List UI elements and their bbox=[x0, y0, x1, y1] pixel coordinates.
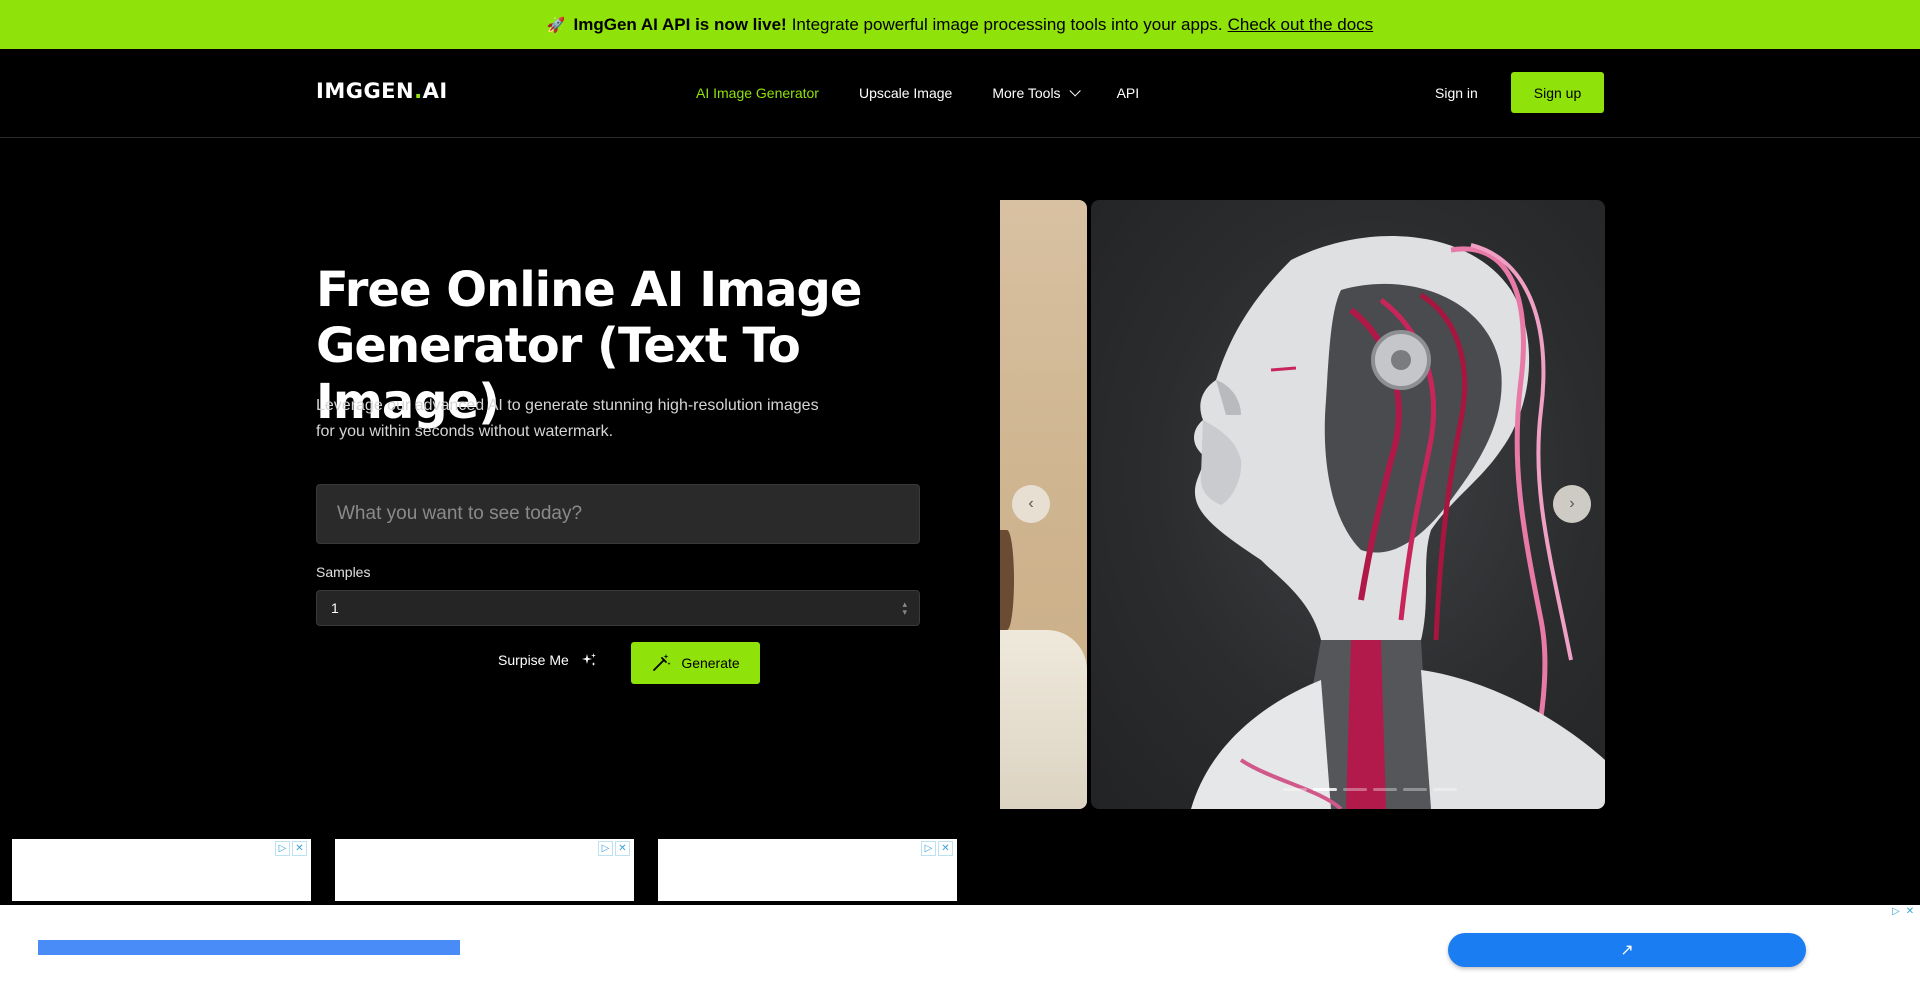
slide-hair-shape bbox=[1000, 530, 1014, 630]
logo-suffix: AI bbox=[422, 79, 448, 103]
sparkles-icon bbox=[581, 653, 596, 666]
nav-more-tools[interactable]: More Tools bbox=[992, 85, 1081, 101]
sign-up-button[interactable]: Sign up bbox=[1511, 72, 1604, 113]
carousel-dot[interactable] bbox=[1433, 788, 1457, 791]
sign-in-link[interactable]: Sign in bbox=[1435, 85, 1478, 101]
ad-choices-icon[interactable]: ▷ bbox=[1890, 905, 1902, 917]
nav-api[interactable]: API bbox=[1117, 85, 1140, 101]
carousel-dot[interactable] bbox=[1373, 788, 1397, 791]
close-icon[interactable]: ✕ bbox=[1904, 905, 1916, 917]
ad-controls: ▷ ✕ bbox=[598, 841, 630, 856]
ad-controls: ▷ ✕ bbox=[921, 841, 953, 856]
magic-wand-icon bbox=[653, 654, 671, 671]
nav-more-tools-label: More Tools bbox=[992, 85, 1061, 101]
surprise-me-label: Surpise Me bbox=[498, 652, 569, 668]
carousel-dot[interactable] bbox=[1343, 788, 1367, 791]
ad-cta-button[interactable]: ↗ bbox=[1448, 933, 1806, 967]
ad-slot-2[interactable]: ▷ ✕ bbox=[335, 839, 634, 901]
announcement-bar: 🚀 ImgGen AI API is now live! Integrate p… bbox=[0, 0, 1920, 49]
page-subtitle: Leverage our advanced AI to generate stu… bbox=[316, 397, 819, 440]
site-header: IMGGEN.AI AI Image Generator Upscale Ima… bbox=[0, 49, 1920, 138]
ad-slot-3[interactable]: ▷ ✕ bbox=[658, 839, 957, 901]
main-nav: AI Image Generator Upscale Image More To… bbox=[696, 85, 1179, 101]
ad-choices-icon[interactable]: ▷ bbox=[921, 841, 936, 856]
samples-select[interactable]: 1 ▴ ▾ bbox=[316, 590, 920, 626]
carousel-next-button[interactable]: › bbox=[1553, 485, 1591, 523]
announcement-bold: ImgGen AI API is now live! bbox=[573, 14, 787, 34]
close-icon[interactable]: ✕ bbox=[292, 841, 307, 856]
ad-controls: ▷ ✕ bbox=[275, 841, 307, 856]
robot-head-image bbox=[1191, 236, 1605, 809]
prompt-input[interactable] bbox=[316, 484, 920, 544]
carousel-dot[interactable] bbox=[1403, 788, 1427, 791]
carousel-indicators bbox=[1283, 788, 1457, 791]
close-icon[interactable]: ✕ bbox=[615, 841, 630, 856]
ad-choices-icon[interactable]: ▷ bbox=[275, 841, 290, 856]
rocket-icon: 🚀 bbox=[546, 16, 566, 34]
logo-dot: . bbox=[414, 79, 423, 103]
surprise-me-button[interactable]: Surpise Me bbox=[498, 652, 597, 668]
ad-choices-icon[interactable]: ▷ bbox=[598, 841, 613, 856]
image-carousel: ‹ › bbox=[1000, 200, 1605, 809]
chevron-right-icon: › bbox=[1569, 495, 1575, 512]
chevron-down-icon bbox=[1069, 85, 1081, 97]
docs-link[interactable]: Check out the docs bbox=[1228, 15, 1374, 35]
samples-label: Samples bbox=[316, 564, 371, 580]
generate-label: Generate bbox=[681, 655, 740, 671]
announcement-text: Integrate powerful image processing tool… bbox=[791, 14, 1223, 34]
carousel-slide-current bbox=[1091, 200, 1605, 809]
samples-value: 1 bbox=[331, 600, 339, 616]
chevron-left-icon: ‹ bbox=[1028, 495, 1034, 512]
generate-button[interactable]: Generate bbox=[631, 642, 760, 684]
ad-controls: ▷ ✕ bbox=[1890, 905, 1916, 917]
stepper-icon: ▴ ▾ bbox=[902, 599, 907, 617]
close-icon[interactable]: ✕ bbox=[938, 841, 953, 856]
ad-slot-1[interactable]: ▷ ✕ bbox=[12, 839, 311, 901]
carousel-dot[interactable] bbox=[1313, 788, 1337, 791]
carousel-dot[interactable] bbox=[1283, 788, 1307, 791]
logo-text: IMGGEN bbox=[316, 79, 415, 103]
external-link-icon: ↗ bbox=[1620, 942, 1634, 959]
logo[interactable]: IMGGEN.AI bbox=[316, 79, 448, 103]
nav-upscale-image[interactable]: Upscale Image bbox=[859, 85, 952, 101]
slide-shirt-shape bbox=[1000, 630, 1087, 809]
nav-ai-image-generator[interactable]: AI Image Generator bbox=[696, 85, 819, 101]
ad-headline-placeholder bbox=[38, 940, 460, 955]
carousel-prev-button[interactable]: ‹ bbox=[1012, 485, 1050, 523]
bottom-ad-banner[interactable]: ↗ ▷ ✕ bbox=[0, 905, 1920, 1000]
